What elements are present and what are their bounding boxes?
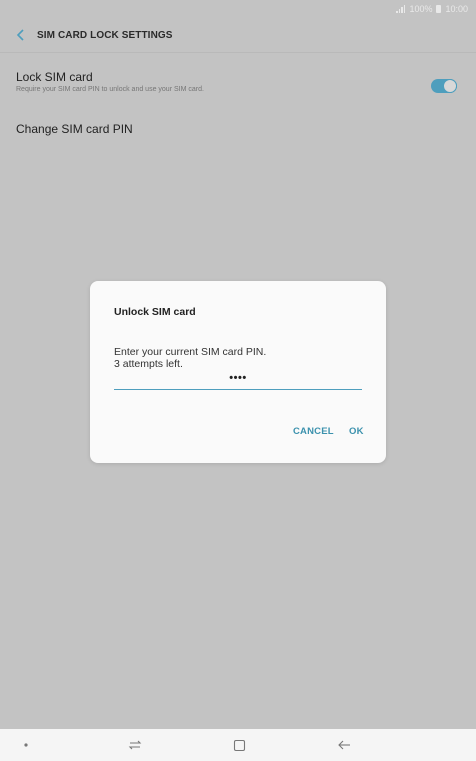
dialog-message-line1: Enter your current SIM card PIN. (114, 346, 267, 358)
dialog-title: Unlock SIM card (114, 306, 196, 318)
app-header: SIM CARD LOCK SETTINGS (0, 18, 476, 53)
lock-sim-card-description: Require your SIM card PIN to unlock and … (16, 86, 204, 93)
pin-input[interactable]: •••• (114, 373, 362, 390)
nav-back-icon[interactable] (336, 737, 352, 753)
dialog-attempts-left: 3 attempts left. (114, 358, 183, 370)
nav-dot-icon[interactable] (18, 737, 34, 753)
page-title: SIM CARD LOCK SETTINGS (37, 29, 173, 41)
unlock-sim-dialog: Unlock SIM card Enter your current SIM c… (90, 281, 386, 463)
toggle-knob (443, 79, 457, 93)
status-bar: 100% 10:00 (0, 0, 476, 18)
battery-icon (436, 5, 442, 13)
lock-sim-card-label: Lock SIM card (16, 70, 93, 84)
back-icon[interactable] (10, 24, 32, 46)
home-icon[interactable] (231, 737, 247, 753)
ok-button[interactable]: OK (349, 426, 364, 437)
navigation-bar (0, 729, 476, 761)
change-sim-pin-row[interactable]: Change SIM card PIN (16, 122, 133, 136)
battery-percent: 100% (409, 4, 433, 14)
lock-sim-toggle[interactable] (431, 79, 457, 93)
cancel-button[interactable]: CANCEL (293, 426, 334, 437)
signal-icon (396, 5, 406, 13)
dialog-message: Enter your current SIM card PIN. 3 attem… (114, 346, 266, 370)
lock-sim-card-row[interactable]: Lock SIM card Require your SIM card PIN … (16, 70, 460, 104)
recent-apps-icon[interactable] (127, 737, 143, 753)
clock: 10:00 (445, 4, 468, 14)
